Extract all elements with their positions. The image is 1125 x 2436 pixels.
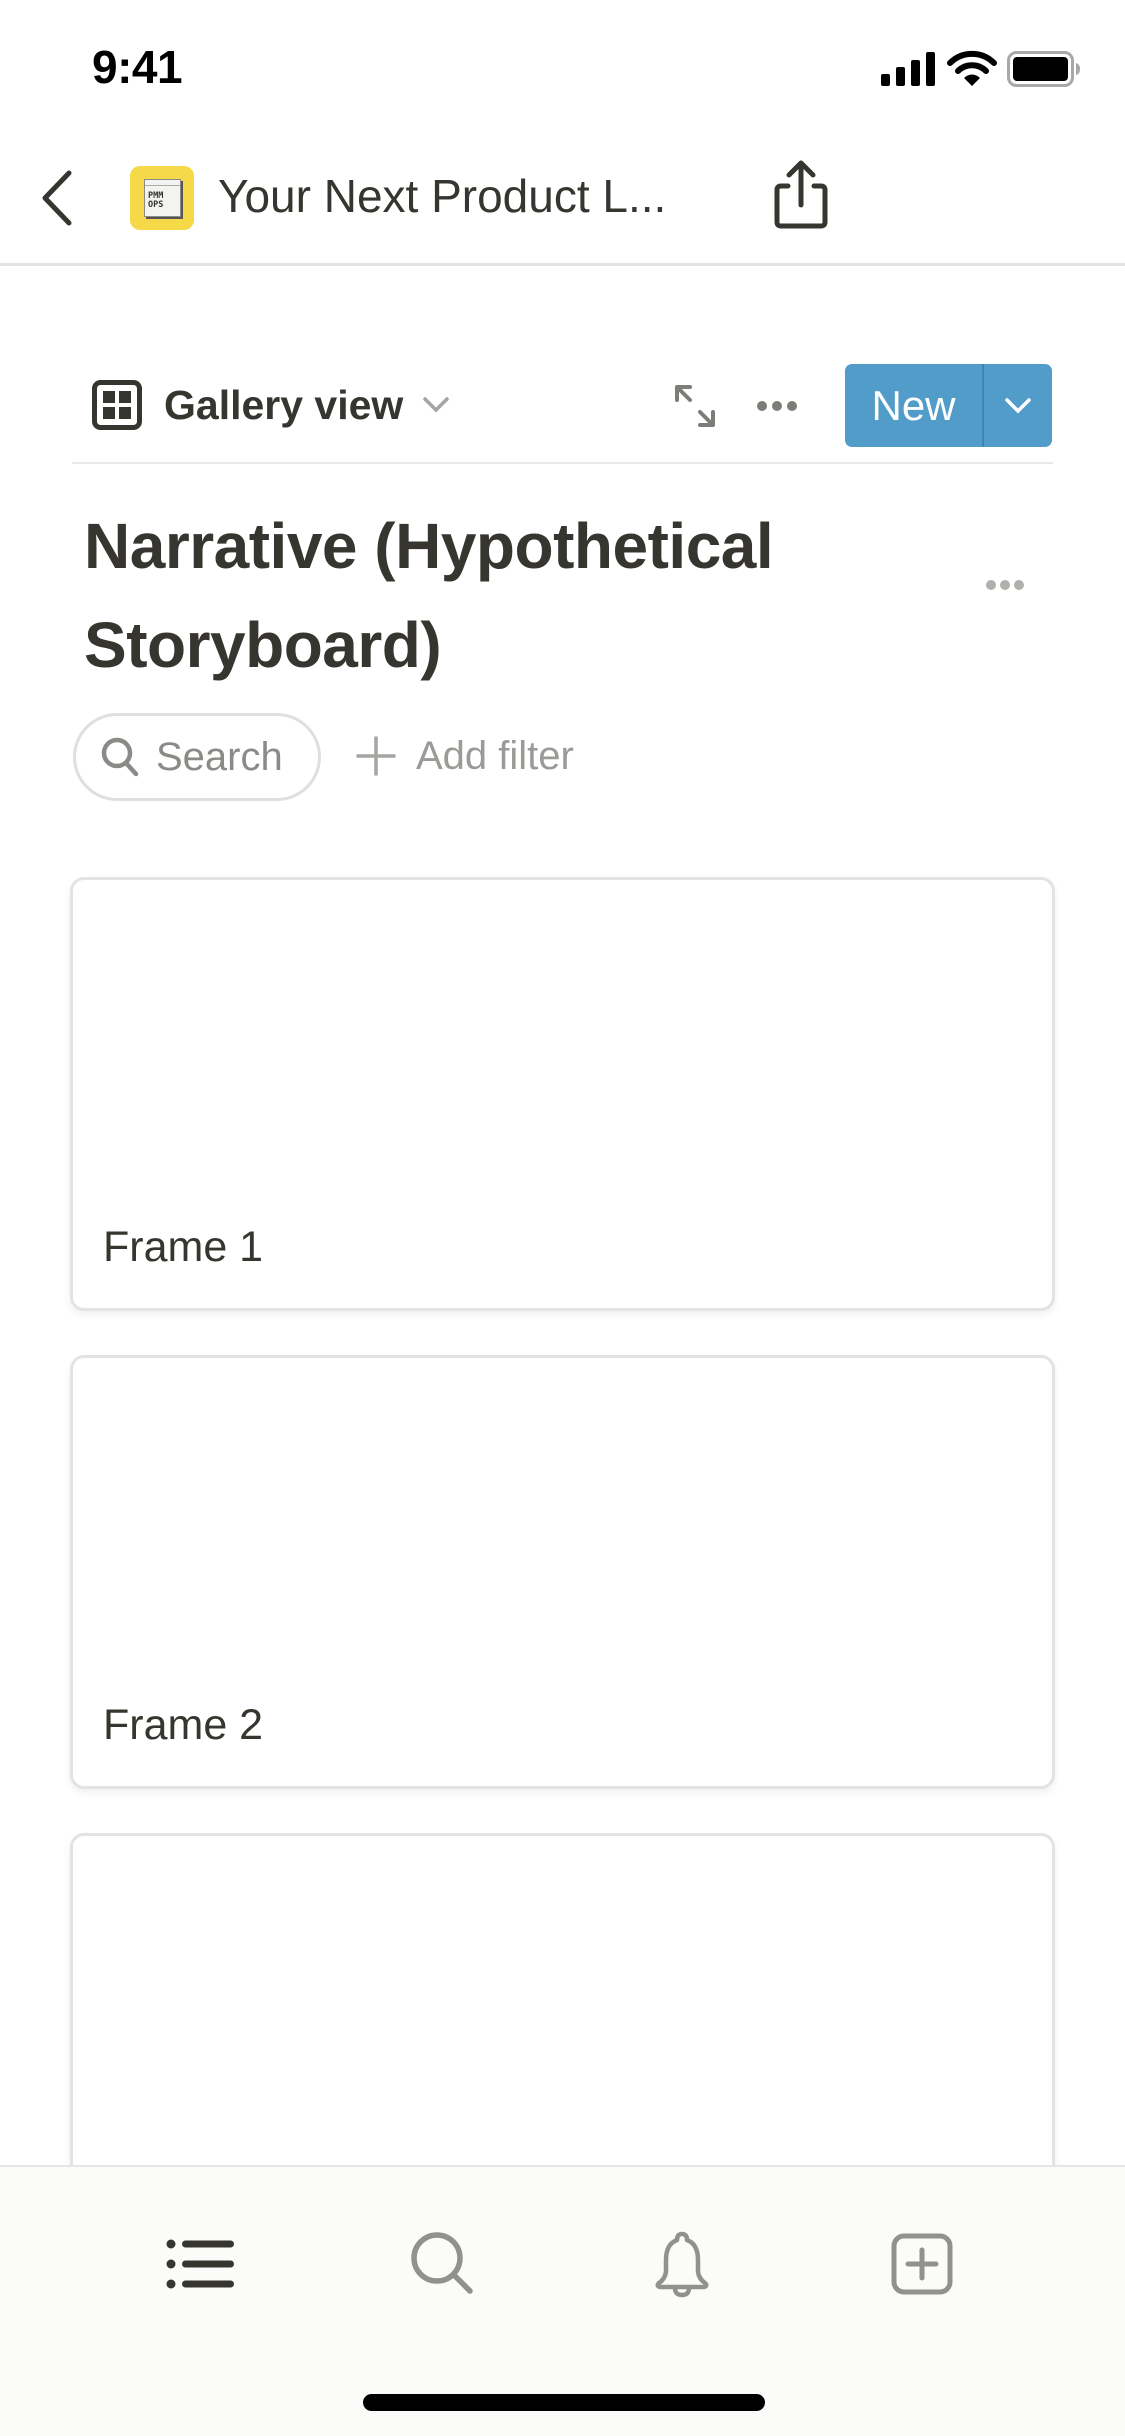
open-full-page-button[interactable] (670, 380, 720, 432)
toolbar-divider (72, 462, 1053, 464)
page-icon-sheet: PMM OPS (144, 179, 181, 217)
new-page-icon (891, 2233, 953, 2295)
new-button-group: New (845, 364, 1052, 447)
nav-search-button[interactable] (398, 2222, 488, 2306)
search-placeholder: Search (156, 734, 283, 779)
chevron-down-icon (423, 397, 450, 413)
bell-icon (655, 2231, 709, 2298)
view-more-button[interactable] (750, 386, 804, 426)
add-filter-label: Add filter (416, 733, 574, 778)
more-horizontal-icon (757, 401, 797, 411)
more-horizontal-icon (986, 580, 1024, 590)
view-switcher[interactable]: Gallery view (92, 376, 450, 434)
search-icon (411, 2232, 473, 2294)
gallery-card[interactable]: Frame 2 (70, 1355, 1055, 1789)
database-more-button[interactable] (980, 570, 1030, 600)
page-title-breadcrumb[interactable]: Your Next Product L... (218, 169, 666, 223)
nav-new-page-button[interactable] (877, 2222, 967, 2306)
plus-icon (356, 736, 396, 776)
add-filter-button[interactable]: Add filter (356, 725, 574, 787)
card-title: Frame 1 (103, 1223, 264, 1271)
home-indicator (363, 2394, 765, 2411)
page-icon[interactable]: PMM OPS (130, 166, 194, 230)
database-title[interactable]: Narrative (Hypothetical Storyboard) (84, 497, 864, 695)
page-icon-label-2: OPS (148, 200, 164, 210)
chevron-down-icon (1005, 397, 1031, 413)
view-label: Gallery view (164, 381, 404, 428)
share-icon (774, 160, 828, 229)
battery-icon (1007, 51, 1080, 87)
status-time: 9:41 (92, 41, 183, 93)
gallery-card[interactable]: Frame 1 (70, 877, 1055, 1311)
new-dropdown-button[interactable] (984, 364, 1052, 447)
header-divider (0, 263, 1125, 266)
signal-icon (881, 52, 935, 86)
new-button[interactable]: New (845, 364, 982, 447)
chevron-left-icon (42, 170, 72, 226)
gallery-grid-icon (92, 380, 142, 430)
expand-icon (675, 385, 715, 427)
share-button[interactable] (770, 158, 832, 230)
nav-updates-button[interactable] (637, 2222, 727, 2306)
search-input[interactable]: Search (73, 713, 321, 801)
wifi-icon (947, 50, 997, 86)
search-icon (101, 737, 139, 777)
list-icon (166, 2239, 234, 2289)
back-button[interactable] (30, 160, 84, 236)
nav-sidebar-button[interactable] (156, 2222, 246, 2306)
card-title: Frame 2 (103, 1701, 264, 1749)
